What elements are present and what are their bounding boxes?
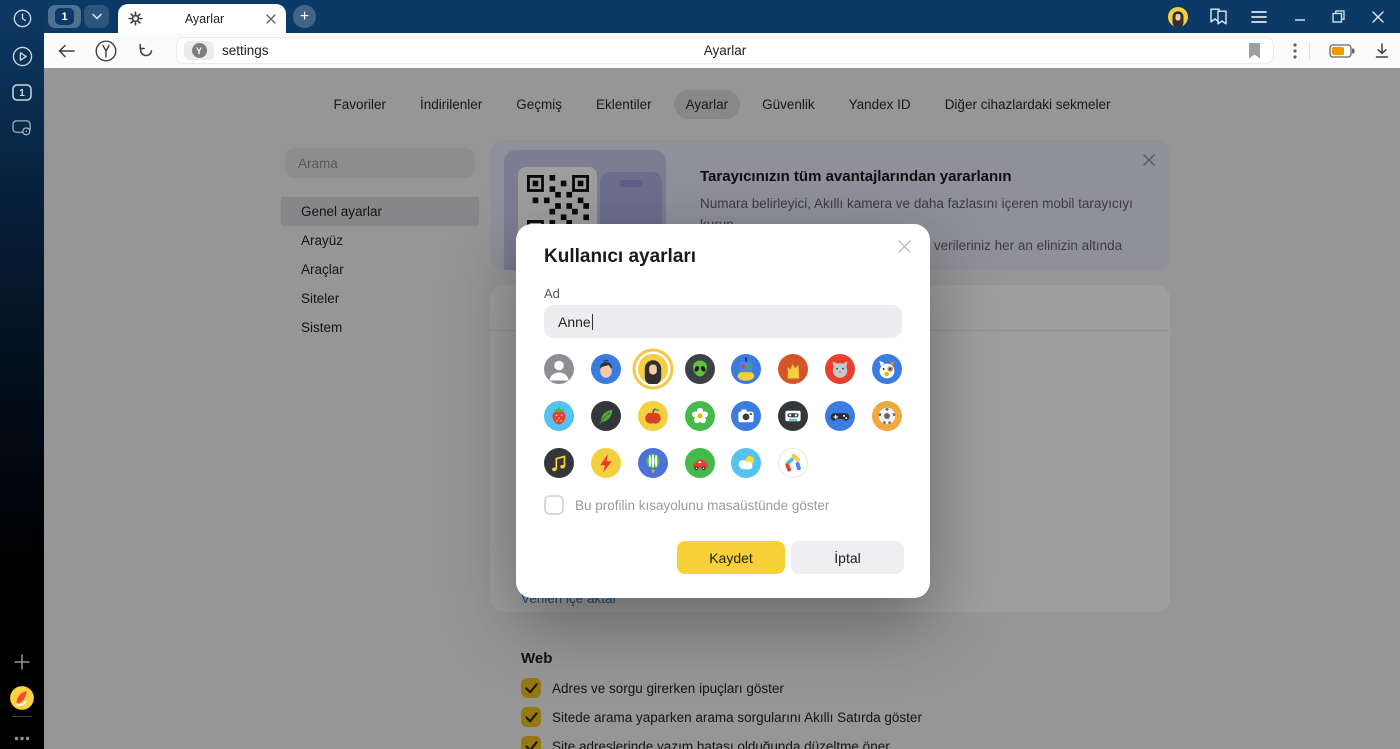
sidebar-add-button[interactable] (0, 646, 44, 678)
avatar-option-hot-air-balloon[interactable] (638, 448, 668, 478)
back-arrow-icon (58, 44, 75, 58)
minimize-icon (1294, 11, 1306, 23)
avatar-option-cassette[interactable] (778, 401, 808, 431)
tabs-panel-button[interactable]: 1 (0, 76, 44, 108)
profile-avatar-icon (1168, 7, 1188, 27)
name-field-label: Ad (544, 286, 560, 301)
restore-button[interactable] (1323, 0, 1353, 33)
player-button[interactable] (0, 40, 44, 72)
avatar-option-cat[interactable] (825, 354, 855, 384)
address-bar: Y settings Ayarlar (44, 33, 1400, 68)
url-text: settings (222, 43, 269, 58)
downloads-button[interactable] (1366, 33, 1398, 68)
browser-window: 1 Ayarlar + (0, 0, 1400, 749)
tab-count-icon: 1 (12, 84, 32, 101)
avatar-option-man[interactable] (591, 354, 621, 384)
close-icon (1372, 11, 1384, 23)
bookmark-button[interactable] (1248, 43, 1261, 64)
avatar-option-weather[interactable] (731, 448, 761, 478)
gear-icon (128, 11, 143, 26)
svg-text:1: 1 (19, 88, 25, 99)
screenshot-icon (12, 119, 33, 137)
site-favicon-badge: Y (184, 41, 214, 60)
history-button[interactable] (0, 2, 44, 34)
collections-icon (1209, 8, 1228, 25)
dialog-close-icon (898, 240, 911, 253)
tab-ayarlar[interactable]: Ayarlar (118, 4, 286, 33)
address-bar-page-title: Ayarlar (177, 43, 1273, 58)
chevron-down-icon (91, 13, 103, 21)
minimize-button[interactable] (1285, 0, 1315, 33)
avatar-option-lightning[interactable] (591, 448, 621, 478)
desktop-shortcut-checkbox-row[interactable]: Bu profilin kısayolunu masaüstünde göste… (544, 495, 829, 515)
browser-extensions-button[interactable] (1279, 33, 1311, 68)
new-tab-button[interactable]: + (293, 5, 316, 28)
dialog-close-button[interactable] (894, 236, 914, 256)
avatar-option-woman[interactable] (638, 354, 668, 384)
avatar-option-alien[interactable] (685, 354, 715, 384)
refresh-button[interactable] (130, 33, 162, 68)
avatar-option-leaf[interactable] (591, 401, 621, 431)
vertical-dots-icon (1293, 43, 1297, 59)
avatar-option-gamepad[interactable] (825, 401, 855, 431)
back-button[interactable] (50, 33, 82, 68)
menu-button[interactable] (1244, 0, 1274, 33)
avatar-option-apple[interactable] (638, 401, 668, 431)
avatar-option-dog[interactable] (872, 354, 902, 384)
dialog-title: Kullanıcı ayarları (544, 246, 696, 268)
site-favicon-icon: Y (192, 43, 207, 58)
avatar-option-strawberry[interactable] (544, 401, 574, 431)
url-field[interactable]: Y settings Ayarlar (176, 37, 1274, 64)
battery-icon (1329, 44, 1355, 58)
yandex-home-button[interactable] (90, 33, 122, 68)
avatar-option-flower[interactable] (685, 401, 715, 431)
hamburger-icon (1251, 11, 1267, 23)
avatar-grid (544, 354, 902, 478)
restore-icon (1332, 10, 1345, 23)
avatar-option-car[interactable] (685, 448, 715, 478)
avatar-option-person[interactable] (544, 354, 574, 384)
profile-avatar-button[interactable] (1163, 0, 1193, 33)
refresh-icon (137, 42, 155, 60)
yandex-logo-icon (95, 40, 117, 62)
browser-logo-icon (9, 685, 35, 711)
plus-icon (14, 654, 30, 670)
collections-button[interactable] (1203, 0, 1233, 33)
screenshot-button[interactable] (0, 112, 44, 144)
save-button[interactable]: Kaydet (677, 541, 785, 574)
close-window-button[interactable] (1363, 0, 1393, 33)
sidebar-divider (12, 716, 32, 717)
tab-bar: 1 Ayarlar + (0, 0, 1400, 33)
name-input-value: Anne (558, 314, 591, 330)
avatar-option-fox[interactable] (778, 354, 808, 384)
ellipsis-icon (14, 736, 30, 741)
play-circle-icon (12, 46, 33, 67)
download-icon (1374, 43, 1390, 59)
text-caret (592, 314, 593, 330)
bookmark-flag-icon (1248, 43, 1261, 59)
tab-title: Ayarlar (143, 12, 266, 26)
user-settings-dialog: Kullanıcı ayarları Ad Anne Bu profilin k… (516, 224, 930, 598)
clock-icon (13, 9, 32, 28)
sidebar-more-button[interactable] (0, 722, 44, 749)
cancel-button[interactable]: İptal (791, 541, 904, 574)
toolbar-divider (1309, 42, 1310, 59)
dialog-buttons: Kaydet İptal (677, 541, 904, 574)
tab-counter-button[interactable]: 1 (48, 5, 81, 28)
side-panel: 1 (0, 0, 44, 749)
avatar-option-colorful[interactable] (778, 448, 808, 478)
name-input[interactable]: Anne (544, 305, 902, 338)
tab-list-chevron-button[interactable] (84, 5, 109, 28)
tab-count: 1 (55, 8, 74, 25)
avatar-option-soccer-ball[interactable] (872, 401, 902, 431)
tab-close-icon[interactable] (266, 14, 276, 24)
avatar-option-camera[interactable] (731, 401, 761, 431)
battery-saver-button[interactable] (1322, 33, 1362, 68)
yandex-browser-logo[interactable] (0, 682, 44, 714)
avatar-option-music-note[interactable] (544, 448, 574, 478)
desktop-shortcut-checkbox[interactable] (544, 495, 564, 515)
avatar-option-robot[interactable] (731, 354, 761, 384)
desktop-shortcut-label: Bu profilin kısayolunu masaüstünde göste… (575, 498, 829, 513)
